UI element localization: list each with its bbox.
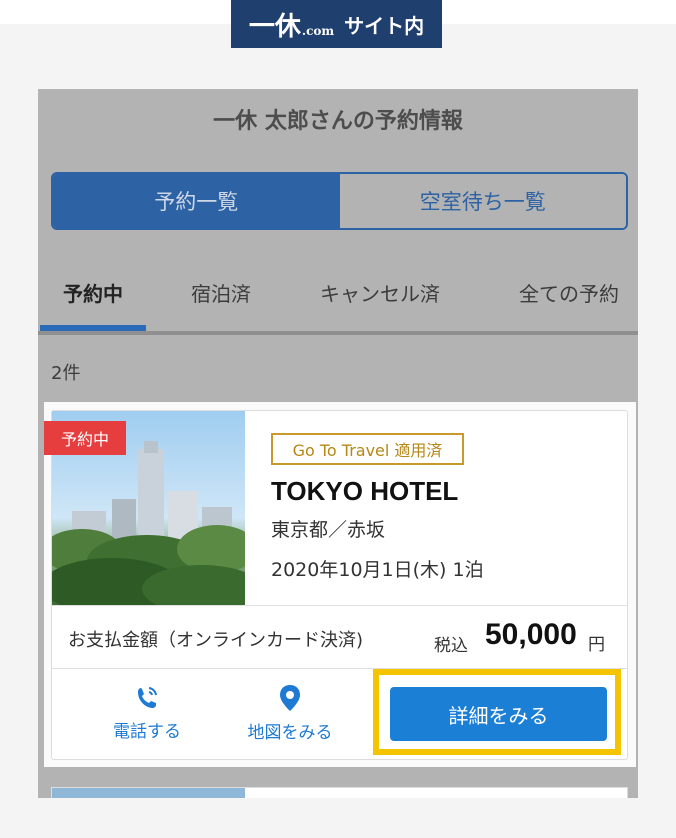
logo-text: 一休	[248, 11, 301, 42]
next-reservation-card[interactable]	[51, 787, 628, 798]
reservation-card: 予約中 Go To Travel 適用済 TOKYO HOTEL 東京都／赤坂 …	[44, 410, 628, 760]
status-tabs: 予約中 宿泊済 キャンセル済 全ての予約	[38, 252, 638, 332]
payment-row: お支払金額（オンラインカード決済) 税込 50,000 円	[52, 605, 627, 669]
tabs-divider	[38, 331, 638, 335]
reservation-panel: 一休 太郎さんの予約情報 予約一覧 空室待ち一覧 予約中 宿泊済 キャンセル済 …	[38, 89, 638, 798]
hotel-name[interactable]: TOKYO HOTEL	[271, 476, 458, 507]
phone-icon	[138, 686, 157, 708]
call-label: 電話する	[113, 721, 181, 742]
tab-stayed[interactable]: 宿泊済	[166, 252, 276, 332]
card-container: 予約中 Go To Travel 適用済 TOKYO HOTEL 東京都／赤坂 …	[44, 402, 636, 767]
tax-label: 税込	[434, 636, 468, 656]
currency-label: 円	[588, 635, 605, 655]
status-badge: 予約中	[44, 421, 126, 455]
call-button[interactable]: 電話する	[72, 669, 222, 757]
logo-mark: 一休 .com	[249, 6, 334, 43]
map-pin-icon	[280, 684, 300, 711]
map-button[interactable]: 地図をみる	[215, 669, 365, 757]
tab-all[interactable]: 全ての予約	[500, 252, 638, 332]
result-count: 2件	[51, 363, 81, 384]
tab-upcoming[interactable]: 予約中	[40, 252, 146, 332]
segmented-control: 予約一覧 空室待ち一覧	[51, 172, 628, 230]
site-suffix: サイト内	[344, 13, 425, 38]
segment-waitlist[interactable]: 空室待ち一覧	[339, 174, 626, 228]
map-label: 地図をみる	[247, 722, 333, 743]
payment-amount: 50,000	[485, 618, 577, 651]
segment-reservations[interactable]: 予約一覧	[53, 174, 340, 228]
campaign-badge: Go To Travel 適用済	[271, 433, 464, 465]
tab-cancelled[interactable]: キャンセル済	[300, 252, 460, 332]
stay-date: 2020年10月1日(木) 1泊	[271, 559, 484, 581]
view-details-button[interactable]: 詳細をみる	[390, 687, 607, 741]
payment-label: お支払金額（オンラインカード決済)	[68, 630, 364, 651]
logo-domain: .com	[301, 23, 335, 38]
next-hotel-photo	[52, 788, 245, 798]
hotel-location: 東京都／赤坂	[271, 519, 386, 541]
page-title: 一休 太郎さんの予約情報	[213, 109, 463, 134]
site-logo[interactable]: 一休 .com サイト内	[231, 0, 442, 48]
